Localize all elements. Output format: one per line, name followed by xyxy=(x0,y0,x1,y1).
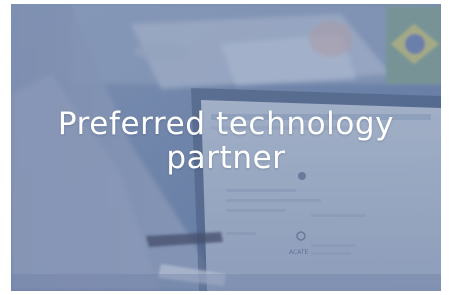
headline-line-2: partner xyxy=(166,140,286,176)
card-headline: Preferred technology partner xyxy=(11,107,441,175)
promo-card[interactable]: ACATE Preferred technology partner xyxy=(11,4,441,291)
headline-line-1: Preferred technology xyxy=(57,106,395,142)
